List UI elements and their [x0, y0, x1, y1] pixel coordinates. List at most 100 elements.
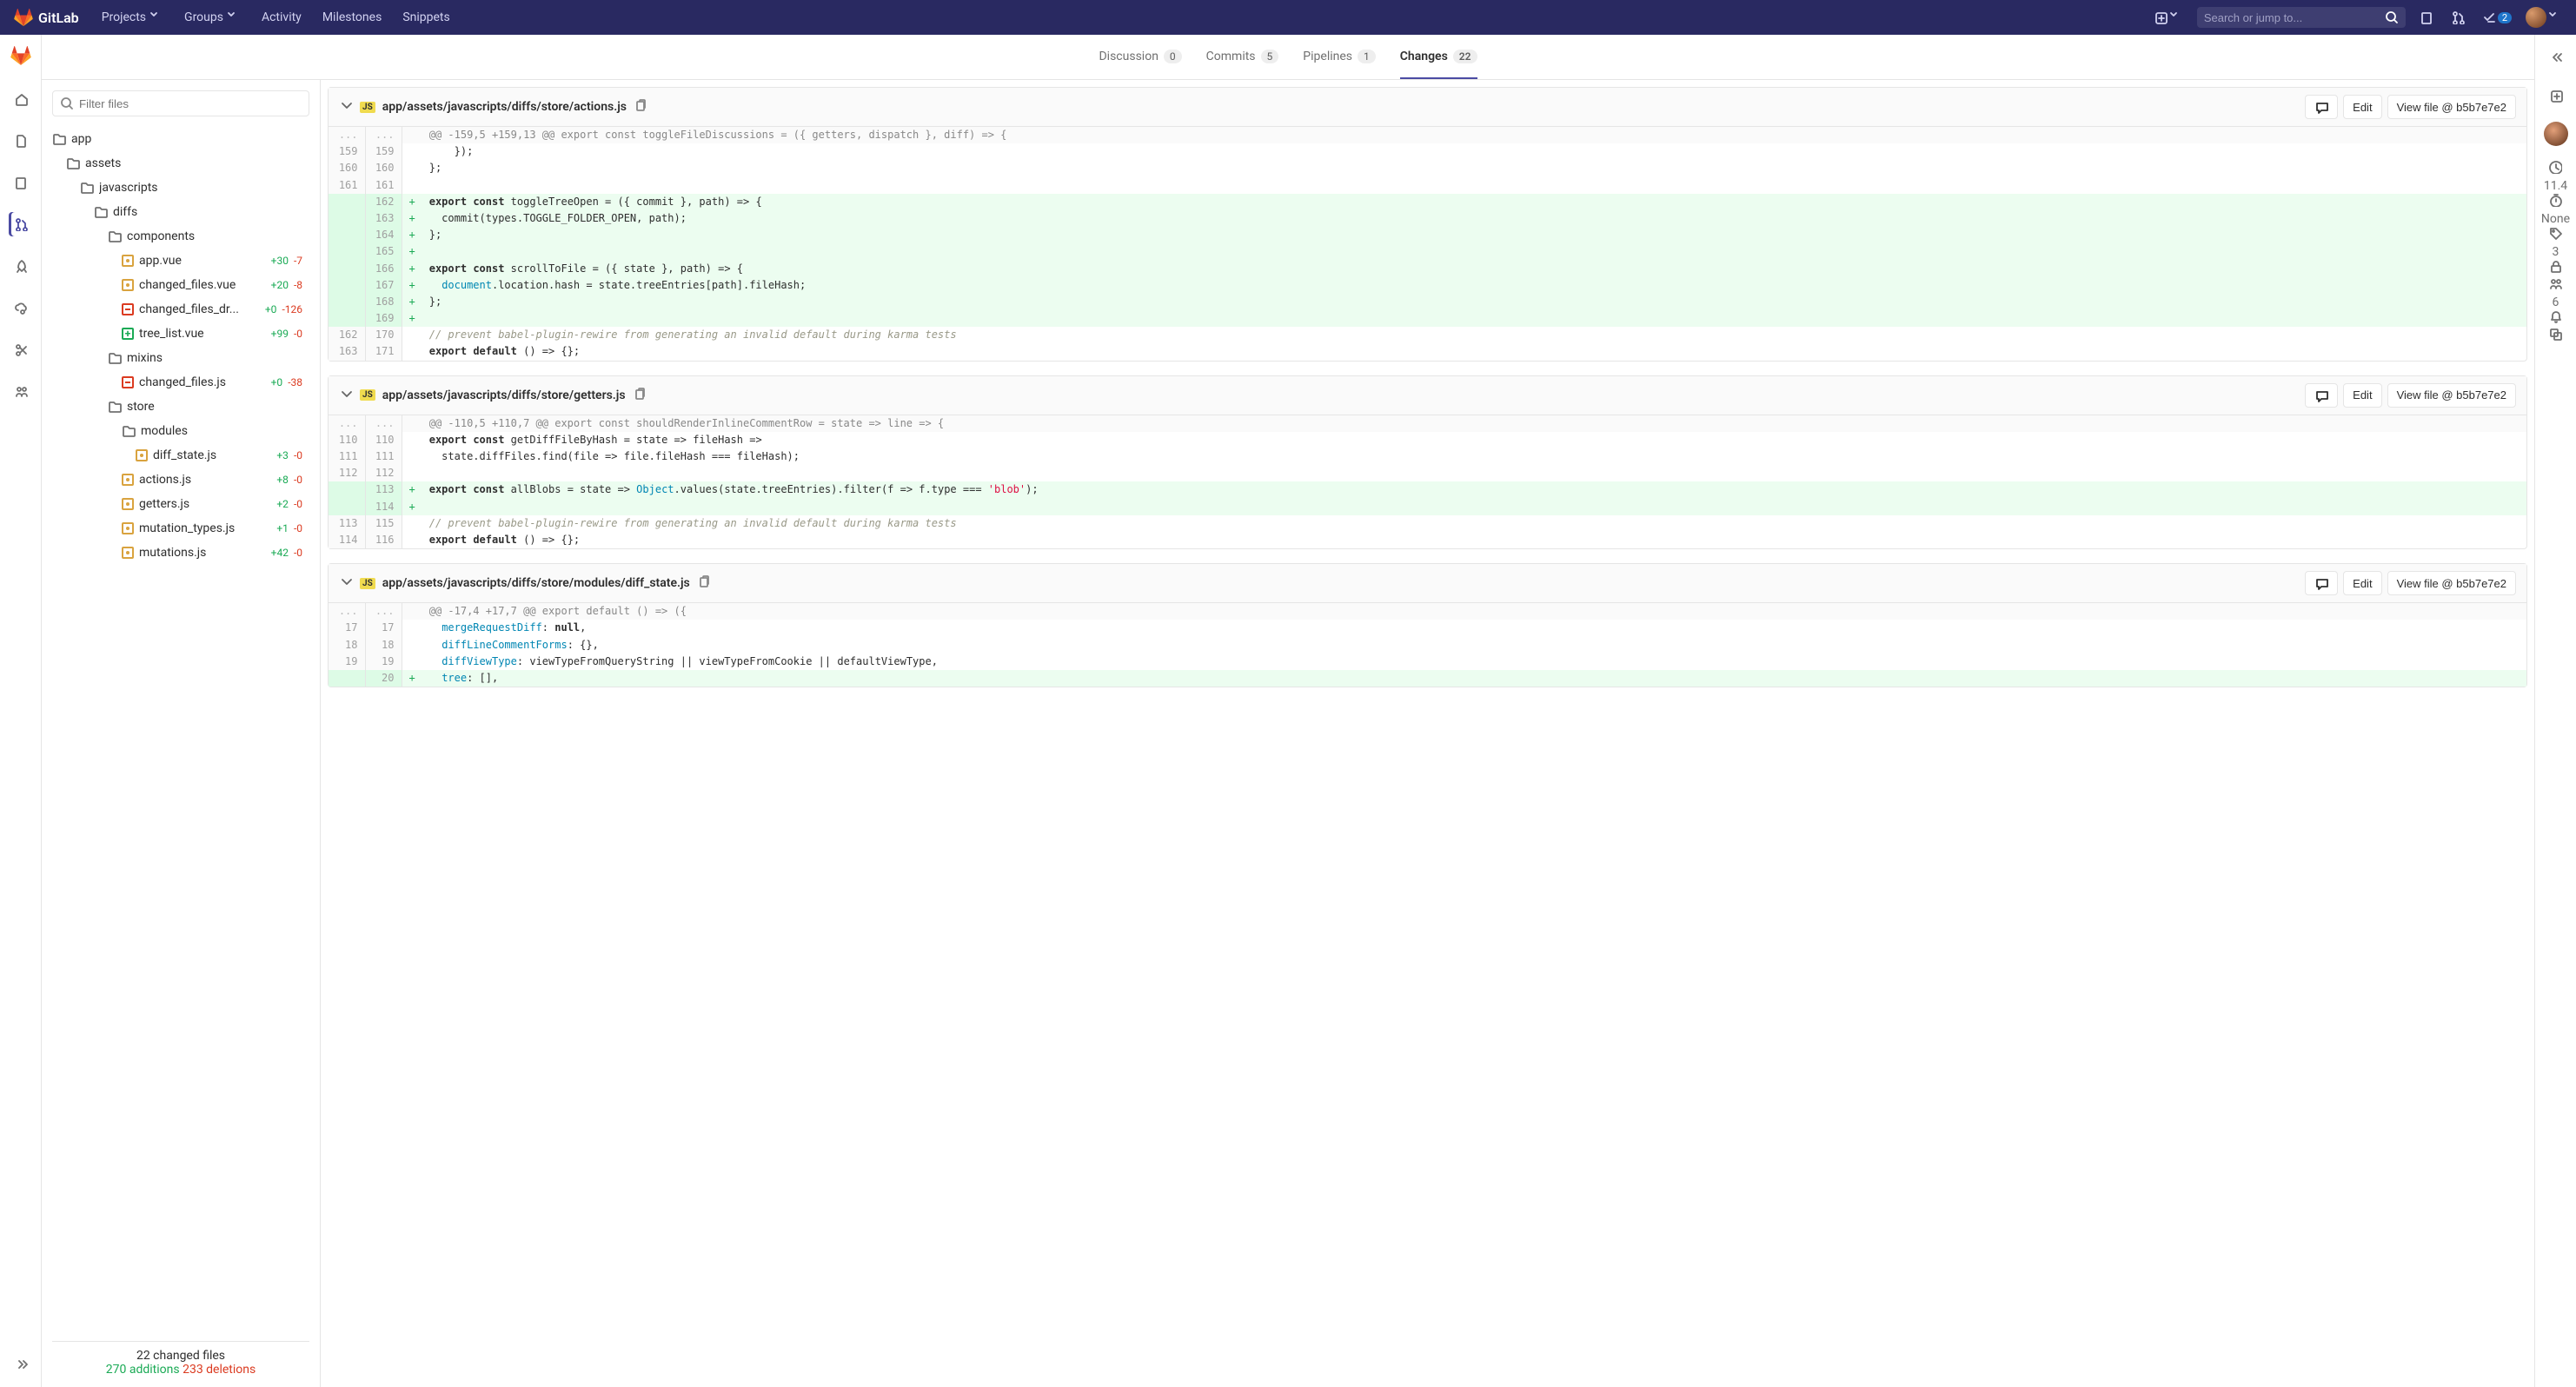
tree-file[interactable]: changed_files.vue+20 -8 — [52, 273, 302, 297]
sidebar-operations[interactable] — [9, 295, 33, 320]
comment-button[interactable] — [2305, 571, 2338, 595]
add-button[interactable] — [2544, 83, 2568, 108]
diff-line[interactable]: 162+export const toggleTreeOpen = ({ com… — [329, 194, 2526, 210]
file-filter-input[interactable] — [79, 97, 302, 110]
collapse-toggle[interactable] — [339, 574, 353, 592]
diff-line[interactable]: 111111 state.diffFiles.find(file => file… — [329, 448, 2526, 465]
tree-file[interactable]: app.vue+30 -7 — [52, 249, 302, 273]
tree-folder[interactable]: diffs — [52, 200, 302, 224]
nav-item-projects[interactable]: Projects — [93, 5, 172, 30]
tree-file[interactable]: getters.js+2 -0 — [52, 492, 302, 516]
comment-button[interactable] — [2305, 95, 2338, 119]
edit-button[interactable]: Edit — [2343, 95, 2381, 119]
sidebar-stat-stopwatch[interactable]: None — [2541, 193, 2570, 226]
edit-button[interactable]: Edit — [2343, 571, 2381, 595]
sidebar-issues[interactable] — [9, 170, 33, 195]
view-file-button[interactable]: View file @ b5b7e7e2 — [2387, 571, 2516, 595]
nav-item-snippets[interactable]: Snippets — [394, 5, 458, 30]
diff-line[interactable]: 114+ — [329, 499, 2526, 515]
sidebar-stat-clock[interactable]: 11.4 — [2541, 160, 2570, 193]
sidebar-snippets[interactable] — [9, 337, 33, 362]
sidebar-stat-lock[interactable] — [2541, 259, 2570, 276]
search-input[interactable] — [2204, 11, 2385, 24]
diff-line[interactable]: 165+ — [329, 243, 2526, 260]
tree-folder[interactable]: javascripts — [52, 176, 302, 200]
sidebar-stat-tag[interactable]: 3 — [2541, 226, 2570, 259]
diff-line[interactable]: 166+export const scrollToFile = ({ state… — [329, 261, 2526, 277]
tree-file[interactable]: changed_files.js+0 -38 — [52, 370, 302, 395]
tree-folder[interactable]: assets — [52, 151, 302, 176]
tree-file[interactable]: +tree_list.vue+99 -0 — [52, 322, 302, 346]
collapse-toggle[interactable] — [339, 98, 353, 116]
sidebar-stat-group[interactable]: 6 — [2541, 276, 2570, 309]
sidebar-repo[interactable] — [9, 129, 33, 153]
merge-requests-link[interactable] — [2447, 7, 2468, 28]
diff-line[interactable]: 161161 — [329, 177, 2526, 194]
diff-line[interactable]: 1919 diffViewType: viewTypeFromQueryStri… — [329, 654, 2526, 670]
diff-line[interactable]: ......@@ -17,4 +17,7 @@ export default (… — [329, 603, 2526, 620]
diff-line[interactable]: 113115// prevent babel-plugin-rewire fro… — [329, 515, 2526, 532]
diff-line[interactable]: 114116export default () => {}; — [329, 532, 2526, 548]
file-filter[interactable] — [52, 90, 309, 116]
view-file-button[interactable]: View file @ b5b7e7e2 — [2387, 383, 2516, 408]
tree-file[interactable]: diff_state.js+3 -0 — [52, 443, 302, 468]
copy-path-button[interactable] — [634, 98, 647, 116]
diff-line[interactable]: 169+ — [329, 310, 2526, 327]
diff-line[interactable]: 167+ document.location.hash = state.tree… — [329, 277, 2526, 294]
sidebar-expand[interactable] — [2544, 45, 2568, 70]
sidebar-home[interactable] — [9, 87, 33, 111]
sidebar-stat-clone[interactable] — [2541, 327, 2570, 344]
sidebar-stat-bell[interactable] — [2541, 309, 2570, 327]
assignee-avatar[interactable] — [2544, 122, 2568, 146]
file-path[interactable]: app/assets/javascripts/diffs/store/gette… — [382, 388, 626, 402]
gitlab-logo[interactable]: GitLab — [14, 8, 79, 27]
sidebar-members[interactable] — [9, 379, 33, 403]
diff-line[interactable]: 20+ tree: [], — [329, 670, 2526, 687]
tree-folder[interactable]: modules — [52, 419, 302, 443]
diff-line[interactable]: ......@@ -159,5 +159,13 @@ export const … — [329, 127, 2526, 143]
view-file-button[interactable]: View file @ b5b7e7e2 — [2387, 95, 2516, 119]
file-path[interactable]: app/assets/javascripts/diffs/store/modul… — [382, 576, 690, 590]
issues-link[interactable] — [2416, 7, 2437, 28]
tree-folder[interactable]: mixins — [52, 346, 302, 370]
todos-link[interactable]: 2 — [2479, 7, 2515, 28]
project-logo[interactable] — [10, 45, 31, 70]
copy-path-button[interactable] — [697, 574, 711, 592]
tab-discussion[interactable]: Discussion0 — [1099, 35, 1181, 79]
diff-line[interactable]: 163171export default () => {}; — [329, 343, 2526, 360]
tree-file[interactable]: actions.js+8 -0 — [52, 468, 302, 492]
tree-file[interactable]: mutation_types.js+1 -0 — [52, 516, 302, 541]
tab-changes[interactable]: Changes22 — [1400, 35, 1477, 79]
file-path[interactable]: app/assets/javascripts/diffs/store/actio… — [382, 100, 627, 114]
comment-button[interactable] — [2305, 383, 2338, 408]
edit-button[interactable]: Edit — [2343, 383, 2381, 408]
tree-file[interactable]: changed_files_dr...+0 -126 — [52, 297, 302, 322]
tab-pipelines[interactable]: Pipelines1 — [1303, 35, 1375, 79]
diff-line[interactable]: 163+ commit(types.TOGGLE_FOLDER_OPEN, pa… — [329, 210, 2526, 227]
sidebar-cicd[interactable] — [9, 254, 33, 278]
tree-folder[interactable]: store — [52, 395, 302, 419]
sidebar-collapse[interactable] — [9, 1352, 33, 1377]
collapse-toggle[interactable] — [339, 387, 353, 404]
diff-line[interactable]: 159159 }); — [329, 143, 2526, 160]
diff-line[interactable]: 110110export const getDiffFileByHash = s… — [329, 432, 2526, 448]
diff-line[interactable]: 112112 — [329, 465, 2526, 481]
diff-line[interactable]: 160160}; — [329, 160, 2526, 176]
copy-path-button[interactable] — [633, 387, 647, 404]
nav-item-activity[interactable]: Activity — [253, 5, 310, 30]
user-menu[interactable] — [2526, 7, 2562, 28]
nav-item-groups[interactable]: Groups — [176, 5, 249, 30]
tree-folder[interactable]: components — [52, 224, 302, 249]
diff-line[interactable]: 164+}; — [329, 227, 2526, 243]
diff-line[interactable]: ......@@ -110,5 +110,7 @@ export const s… — [329, 415, 2526, 432]
tree-file[interactable]: mutations.js+42 -0 — [52, 541, 302, 565]
new-dropdown[interactable] — [2150, 7, 2187, 28]
diff-line[interactable]: 168+}; — [329, 294, 2526, 310]
diff-line[interactable]: 113+export const allBlobs = state => Obj… — [329, 481, 2526, 498]
diff-line[interactable]: 1717 mergeRequestDiff: null, — [329, 620, 2526, 636]
sidebar-merge-requests[interactable] — [9, 212, 33, 236]
diff-line[interactable]: 162170// prevent babel-plugin-rewire fro… — [329, 327, 2526, 343]
global-search[interactable] — [2197, 7, 2406, 28]
tree-folder[interactable]: app — [52, 127, 302, 151]
tab-commits[interactable]: Commits5 — [1206, 35, 1279, 79]
